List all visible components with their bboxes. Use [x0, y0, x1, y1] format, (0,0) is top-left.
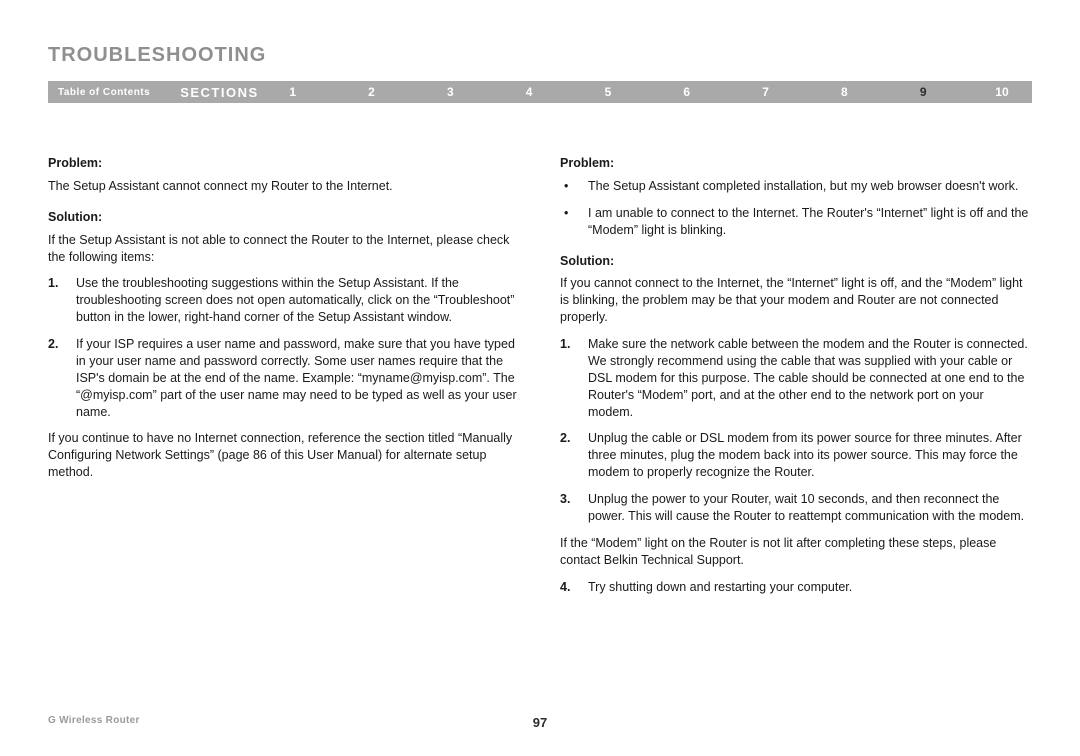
solution-outro: If you continue to have no Internet conn…	[48, 430, 520, 481]
solution-label: Solution:	[560, 253, 1032, 270]
step-number: 1.	[560, 336, 588, 420]
step-number: 2.	[48, 336, 76, 420]
step-number: 3.	[560, 491, 588, 525]
left-column: Problem: The Setup Assistant cannot conn…	[48, 155, 520, 605]
section-link-6[interactable]: 6	[677, 85, 697, 99]
section-link-5[interactable]: 5	[598, 85, 618, 99]
solution-steps-cont: 4. Try shutting down and restarting your…	[560, 579, 1032, 596]
section-navbar: Table of Contents SECTIONS 1 2 3 4 5 6 7…	[48, 81, 1032, 103]
section-link-1[interactable]: 1	[283, 85, 303, 99]
step-1: 1. Use the troubleshooting suggestions w…	[48, 275, 520, 326]
solution-label: Solution:	[48, 209, 520, 226]
section-link-8[interactable]: 8	[834, 85, 854, 99]
step-text: Make sure the network cable between the …	[588, 336, 1032, 420]
bullet-icon: •	[560, 205, 588, 239]
page-title: TROUBLESHOOTING	[48, 44, 1032, 67]
step-text: Unplug the cable or DSL modem from its p…	[588, 430, 1032, 481]
step-4: 4. Try shutting down and restarting your…	[560, 579, 1032, 596]
problem-bullets: • The Setup Assistant completed installa…	[560, 178, 1032, 239]
content-columns: Problem: The Setup Assistant cannot conn…	[48, 155, 1032, 605]
step-text: Use the troubleshooting suggestions with…	[76, 275, 520, 326]
problem-label: Problem:	[560, 155, 1032, 172]
section-numbers: 1 2 3 4 5 6 7 8 9 10	[283, 85, 1022, 99]
step-text: If your ISP requires a user name and pas…	[76, 336, 520, 420]
solution-intro: If you cannot connect to the Internet, t…	[560, 275, 1032, 326]
step-1: 1. Make sure the network cable between t…	[560, 336, 1032, 420]
step-2: 2. Unplug the cable or DSL modem from it…	[560, 430, 1032, 481]
section-link-10[interactable]: 10	[992, 85, 1012, 99]
step-2: 2. If your ISP requires a user name and …	[48, 336, 520, 420]
bullet-2: • I am unable to connect to the Internet…	[560, 205, 1032, 239]
solution-steps: 1. Make sure the network cable between t…	[560, 336, 1032, 525]
bullet-text: The Setup Assistant completed installati…	[588, 178, 1018, 195]
step-text: Unplug the power to your Router, wait 10…	[588, 491, 1032, 525]
page-number: 97	[48, 715, 1032, 730]
step-number: 4.	[560, 579, 588, 596]
solution-intro: If the Setup Assistant is not able to co…	[48, 232, 520, 266]
bullet-text: I am unable to connect to the Internet. …	[588, 205, 1032, 239]
problem-text: The Setup Assistant cannot connect my Ro…	[48, 178, 520, 195]
step-number: 2.	[560, 430, 588, 481]
step-number: 1.	[48, 275, 76, 326]
solution-steps: 1. Use the troubleshooting suggestions w…	[48, 275, 520, 420]
toc-link[interactable]: Table of Contents	[58, 87, 150, 98]
section-link-3[interactable]: 3	[440, 85, 460, 99]
bullet-icon: •	[560, 178, 588, 195]
step-3: 3. Unplug the power to your Router, wait…	[560, 491, 1032, 525]
section-link-7[interactable]: 7	[756, 85, 776, 99]
mid-note: If the “Modem” light on the Router is no…	[560, 535, 1032, 569]
section-link-2[interactable]: 2	[361, 85, 381, 99]
section-link-4[interactable]: 4	[519, 85, 539, 99]
bullet-1: • The Setup Assistant completed installa…	[560, 178, 1032, 195]
sections-label: SECTIONS	[180, 85, 258, 100]
right-column: Problem: • The Setup Assistant completed…	[560, 155, 1032, 605]
step-text: Try shutting down and restarting your co…	[588, 579, 852, 596]
problem-label: Problem:	[48, 155, 520, 172]
page-footer: G Wireless Router 97	[48, 715, 1032, 726]
section-link-9[interactable]: 9	[913, 85, 933, 99]
